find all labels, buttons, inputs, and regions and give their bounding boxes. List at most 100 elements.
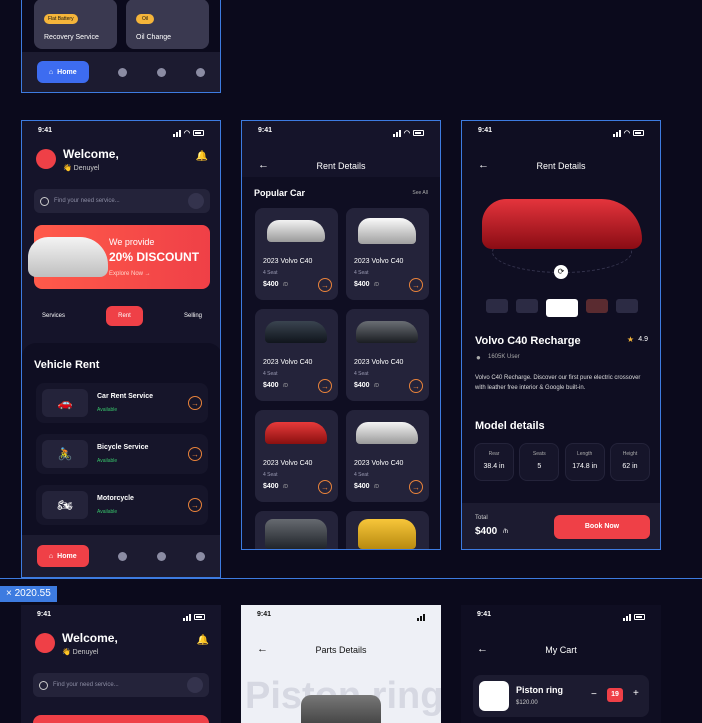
promo-banner[interactable]: We provide 20% DISCOUNT Explore Now → [28,225,210,289]
car-card[interactable]: 2023 Volvo C40 4 Seat $400 /D → [255,208,338,300]
bell-icon[interactable]: 🔔 [197,635,209,646]
service-card-recovery[interactable]: Flat Battery Recovery Service [34,0,117,49]
location-icon[interactable] [118,551,128,561]
thumbnail[interactable] [516,299,538,313]
product-thumbnail [479,681,509,711]
category-tabs: Services Rent Selling [34,305,210,327]
tab-selling[interactable]: Selling [176,307,210,325]
list-item[interactable]: 🏍 Motorcycle Available → [36,485,208,525]
service-badge: Flat Battery [44,14,78,24]
status-bar: 9:41 [241,611,441,623]
arrow-icon[interactable]: → [188,498,202,512]
home-icon: ⌂ [48,552,54,560]
search-icon [39,680,48,690]
section-title: Popular Car [254,188,306,198]
total-label: Total [475,515,488,521]
arrow-icon[interactable]: → [318,278,332,292]
arrow-icon[interactable]: → [318,480,332,494]
thumbnail-selected[interactable] [546,299,578,317]
book-now-button[interactable]: Book Now [554,515,650,539]
cart-item[interactable]: Piston ring $120.00 − 19 + [473,675,649,717]
tab-services[interactable]: Services [34,307,73,325]
profile-icon[interactable] [196,67,206,77]
search-icon [40,196,49,206]
arrow-icon[interactable]: → [409,278,423,292]
detail-screen: 9:41 ◠ ← Rent Details ⟳ Volvo C40 Recharg… [461,120,661,550]
total-unit: /h [503,529,509,535]
tab-rent[interactable]: Rent [106,306,143,326]
car-card[interactable]: 2023 Volvo C40 4 Seat $400 /D → [346,410,429,502]
star-icon: ★ [626,335,634,344]
arrow-icon[interactable]: → [318,379,332,393]
car-image [356,422,418,444]
scan-icon[interactable] [187,677,203,693]
location-icon[interactable] [118,67,128,77]
car-image [482,199,642,249]
car-card[interactable]: 2023 Volvo C40 4 Seat $400 /D → [255,410,338,502]
status-bar: 9:41 [21,611,221,623]
profile-icon[interactable] [196,551,206,561]
car-card[interactable]: 2023 Volvo C40 4 Seat $400 /D → [255,309,338,401]
car-image [358,519,416,549]
scan-icon[interactable] [188,193,204,209]
thumbnail-strip [486,299,638,317]
user-icon: ● [476,353,481,362]
promo-line2: 20% DISCOUNT [109,250,200,264]
battery-icon [633,130,644,136]
spec-card: Seats 5 [519,443,560,481]
page-title: Rent Details [536,161,586,171]
thumbnail[interactable] [486,299,508,313]
page-title: My Cart [545,645,577,655]
nav-home-button[interactable]: ⌂ Home [36,61,89,83]
user-name: 👋 Denuyel [63,165,100,172]
plus-button[interactable]: + [633,688,639,699]
battery-icon [194,614,205,620]
rating: 4.9 [638,336,648,343]
search-bar[interactable]: Find your need service... [33,673,209,697]
arrow-icon[interactable]: → [409,480,423,494]
home-icon: ⌂ [48,68,54,76]
car-card[interactable]: 2023 Volvo C40 4 Seat $400 /D → [346,208,429,300]
arrow-icon[interactable]: → [188,447,202,461]
service-card-oil[interactable]: Oil Oil Change [126,0,209,49]
search-input[interactable]: Find your need service... [54,198,183,204]
user-count: 1605K User [488,354,520,360]
promo-banner[interactable] [33,715,209,723]
arrow-icon[interactable]: → [409,379,423,393]
car-card[interactable] [346,511,429,549]
car-image [265,519,327,549]
thumbnail[interactable] [586,299,608,313]
spec-card: Length 174.8 in [564,443,605,481]
bell-icon[interactable]: 🔔 [196,151,208,162]
wifi-icon: ◠ [403,130,410,137]
app-logo [36,149,56,169]
bottom-nav: ⌂ Home [22,52,220,92]
quantity-value: 19 [607,688,623,702]
help-icon[interactable] [157,67,167,77]
car-card[interactable]: 2023 Volvo C40 4 Seat $400 /D → [346,309,429,401]
thumbnail[interactable] [616,299,638,313]
see-all-link[interactable]: See All [412,190,428,196]
booking-bar: Total $400 /h Book Now [462,503,660,549]
list-item[interactable]: 🚴 Bicycle Service Available → [36,434,208,474]
welcome-title: Welcome, [63,147,119,161]
car-card[interactable] [255,511,338,549]
nav-home-button[interactable]: ⌂ Home [36,545,89,567]
motorcycle-icon: 🏍 [42,491,88,519]
minus-button[interactable]: − [591,689,597,700]
list-item[interactable]: 🚗 Car Rent Service Available → [36,383,208,423]
wifi-icon: ◠ [183,130,190,137]
service-label: Oil Change [136,34,172,41]
help-icon[interactable] [157,551,167,561]
car-image [358,218,416,244]
rotate-icon[interactable]: ⟳ [554,265,568,279]
parts-screen: 9:41 ← Parts Details Piston ring [241,605,441,723]
promo-cta[interactable]: Explore Now → [109,271,151,277]
wifi-icon: ◠ [623,130,630,137]
status-bar: 9:41 ◠ [242,127,440,139]
piston-image [301,695,381,723]
section-title: Vehicle Rent [34,359,100,371]
search-input[interactable]: Find your need service... [53,682,182,688]
search-bar[interactable]: Find your need service... [34,189,210,213]
arrow-icon[interactable]: → [188,396,202,410]
